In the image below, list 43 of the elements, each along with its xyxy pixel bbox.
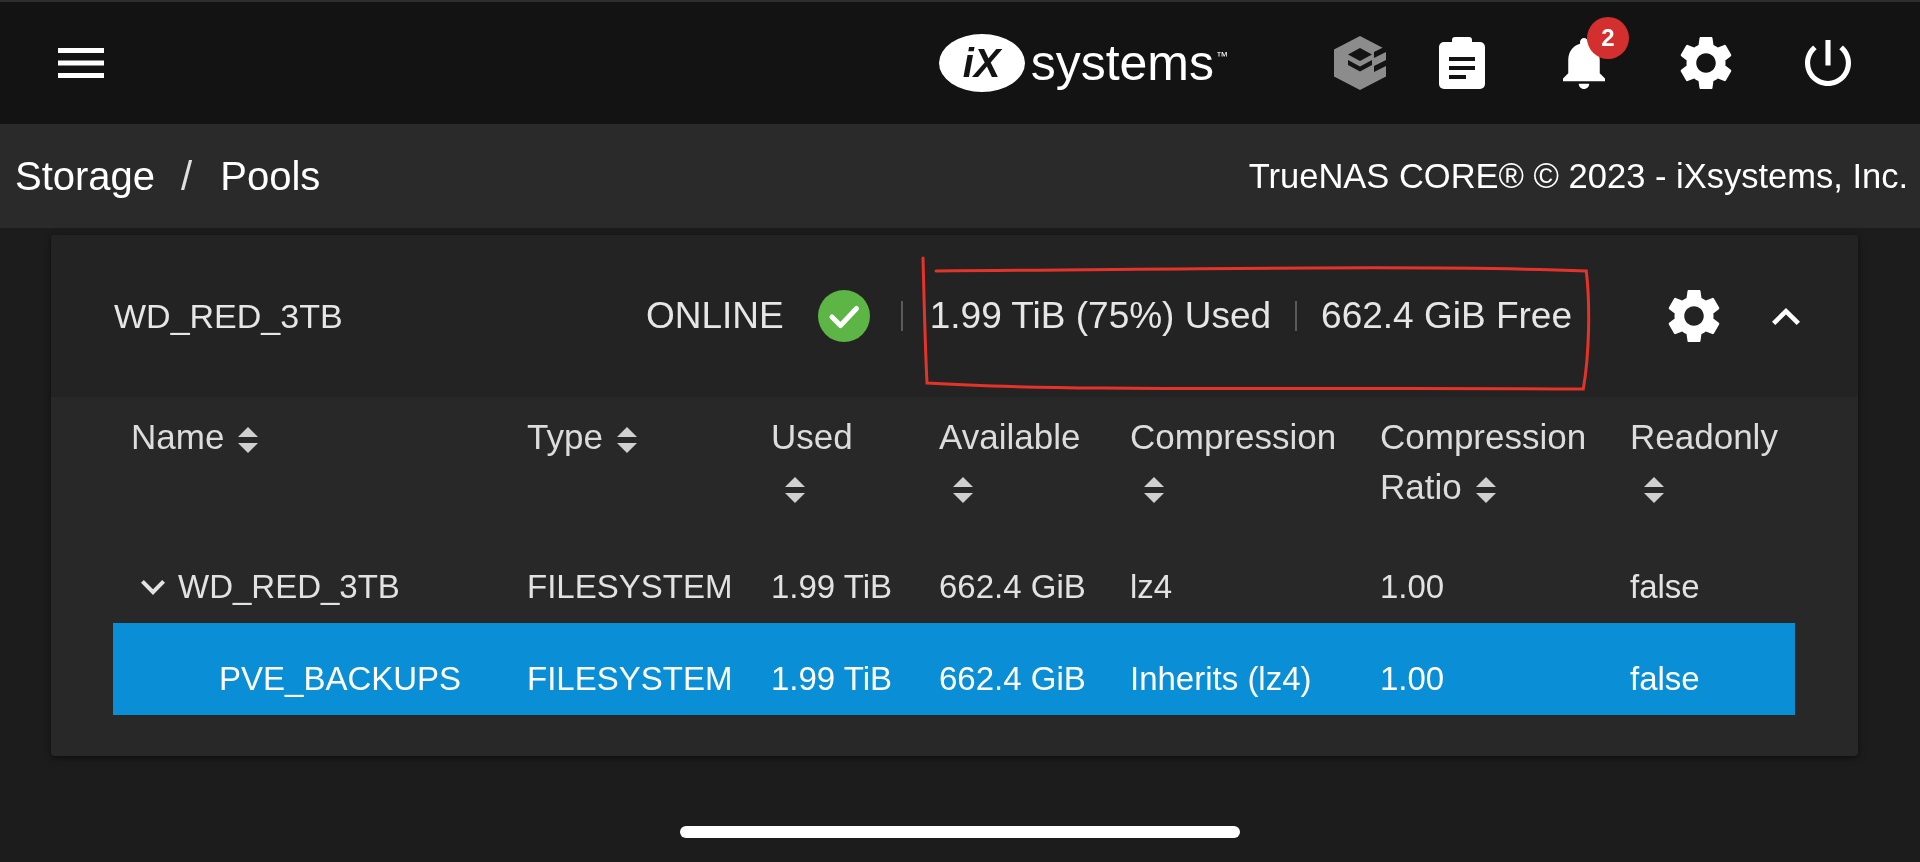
logo-mark: iX: [938, 34, 1025, 92]
table-cell: 1.00: [1380, 660, 1445, 697]
column-header[interactable]: Compression: [1130, 412, 1352, 512]
column-header[interactable]: Available: [939, 412, 1101, 512]
column-header[interactable]: Name: [131, 412, 259, 462]
power-icon: [1805, 40, 1851, 86]
chevron-down-icon[interactable]: [141, 579, 165, 595]
table-cell: 1.99 TiB: [771, 568, 893, 605]
copyright-text: TrueNAS CORE® © 2023 - iXsystems, Inc.: [1248, 156, 1908, 196]
column-header[interactable]: Compression Ratio: [1380, 412, 1602, 512]
settings-icon: [1668, 290, 1720, 342]
pool-status: ONLINE: [645, 294, 784, 338]
notification-badge: 2: [1587, 17, 1629, 59]
table-cell: 662.4 GiB: [939, 660, 1086, 697]
table-cell: false: [1630, 568, 1700, 605]
table-cell: 1.00: [1380, 568, 1445, 605]
table-cell: lz4: [1130, 568, 1173, 605]
table-cell: 1.99 TiB: [771, 660, 893, 697]
breadcrumb-current: Pools: [220, 153, 321, 199]
breadcrumb-link[interactable]: Storage: [15, 153, 156, 199]
menu-icon: [58, 48, 104, 78]
logo-wordmark: systems: [1030, 34, 1214, 93]
used-space: 1.99 TiB (75%) Used: [929, 294, 1272, 338]
pool-name: WD_RED_3TB: [114, 296, 344, 337]
column-header[interactable]: Readonly: [1630, 412, 1788, 512]
table-cell: FILESYSTEM: [527, 568, 733, 605]
column-header[interactable]: Used: [771, 412, 871, 512]
table-cell: Inherits (lz4): [1130, 660, 1312, 697]
table-cell: false: [1630, 660, 1700, 697]
free-space: 662.4 GiB Free: [1321, 294, 1572, 338]
table-cell: 662.4 GiB: [939, 568, 1086, 605]
table-row[interactable]: PVE_BACKUPS FILESYSTEM 1.99 TiB 662.4 GiB Inherits (lz4) 1.00 false: [113, 623, 1795, 715]
trademark-sign: ™: [1216, 49, 1228, 63]
cube-icon: [1334, 36, 1386, 90]
table-cell: FILESYSTEM: [527, 660, 733, 697]
settings-icon: [1680, 37, 1732, 89]
clipboard-icon: [1439, 37, 1485, 89]
table-cell: WD_RED_3TB: [178, 568, 400, 606]
table-cell: PVE_BACKUPS: [219, 660, 462, 698]
breadcrumb-separator: /: [181, 153, 193, 199]
column-header[interactable]: Type: [527, 412, 637, 462]
check-circle-icon: [817, 290, 870, 342]
table-row[interactable]: WD_RED_3TB FILESYSTEM 1.99 TiB 662.4 GiB lz4 1.00 false: [113, 531, 1795, 623]
